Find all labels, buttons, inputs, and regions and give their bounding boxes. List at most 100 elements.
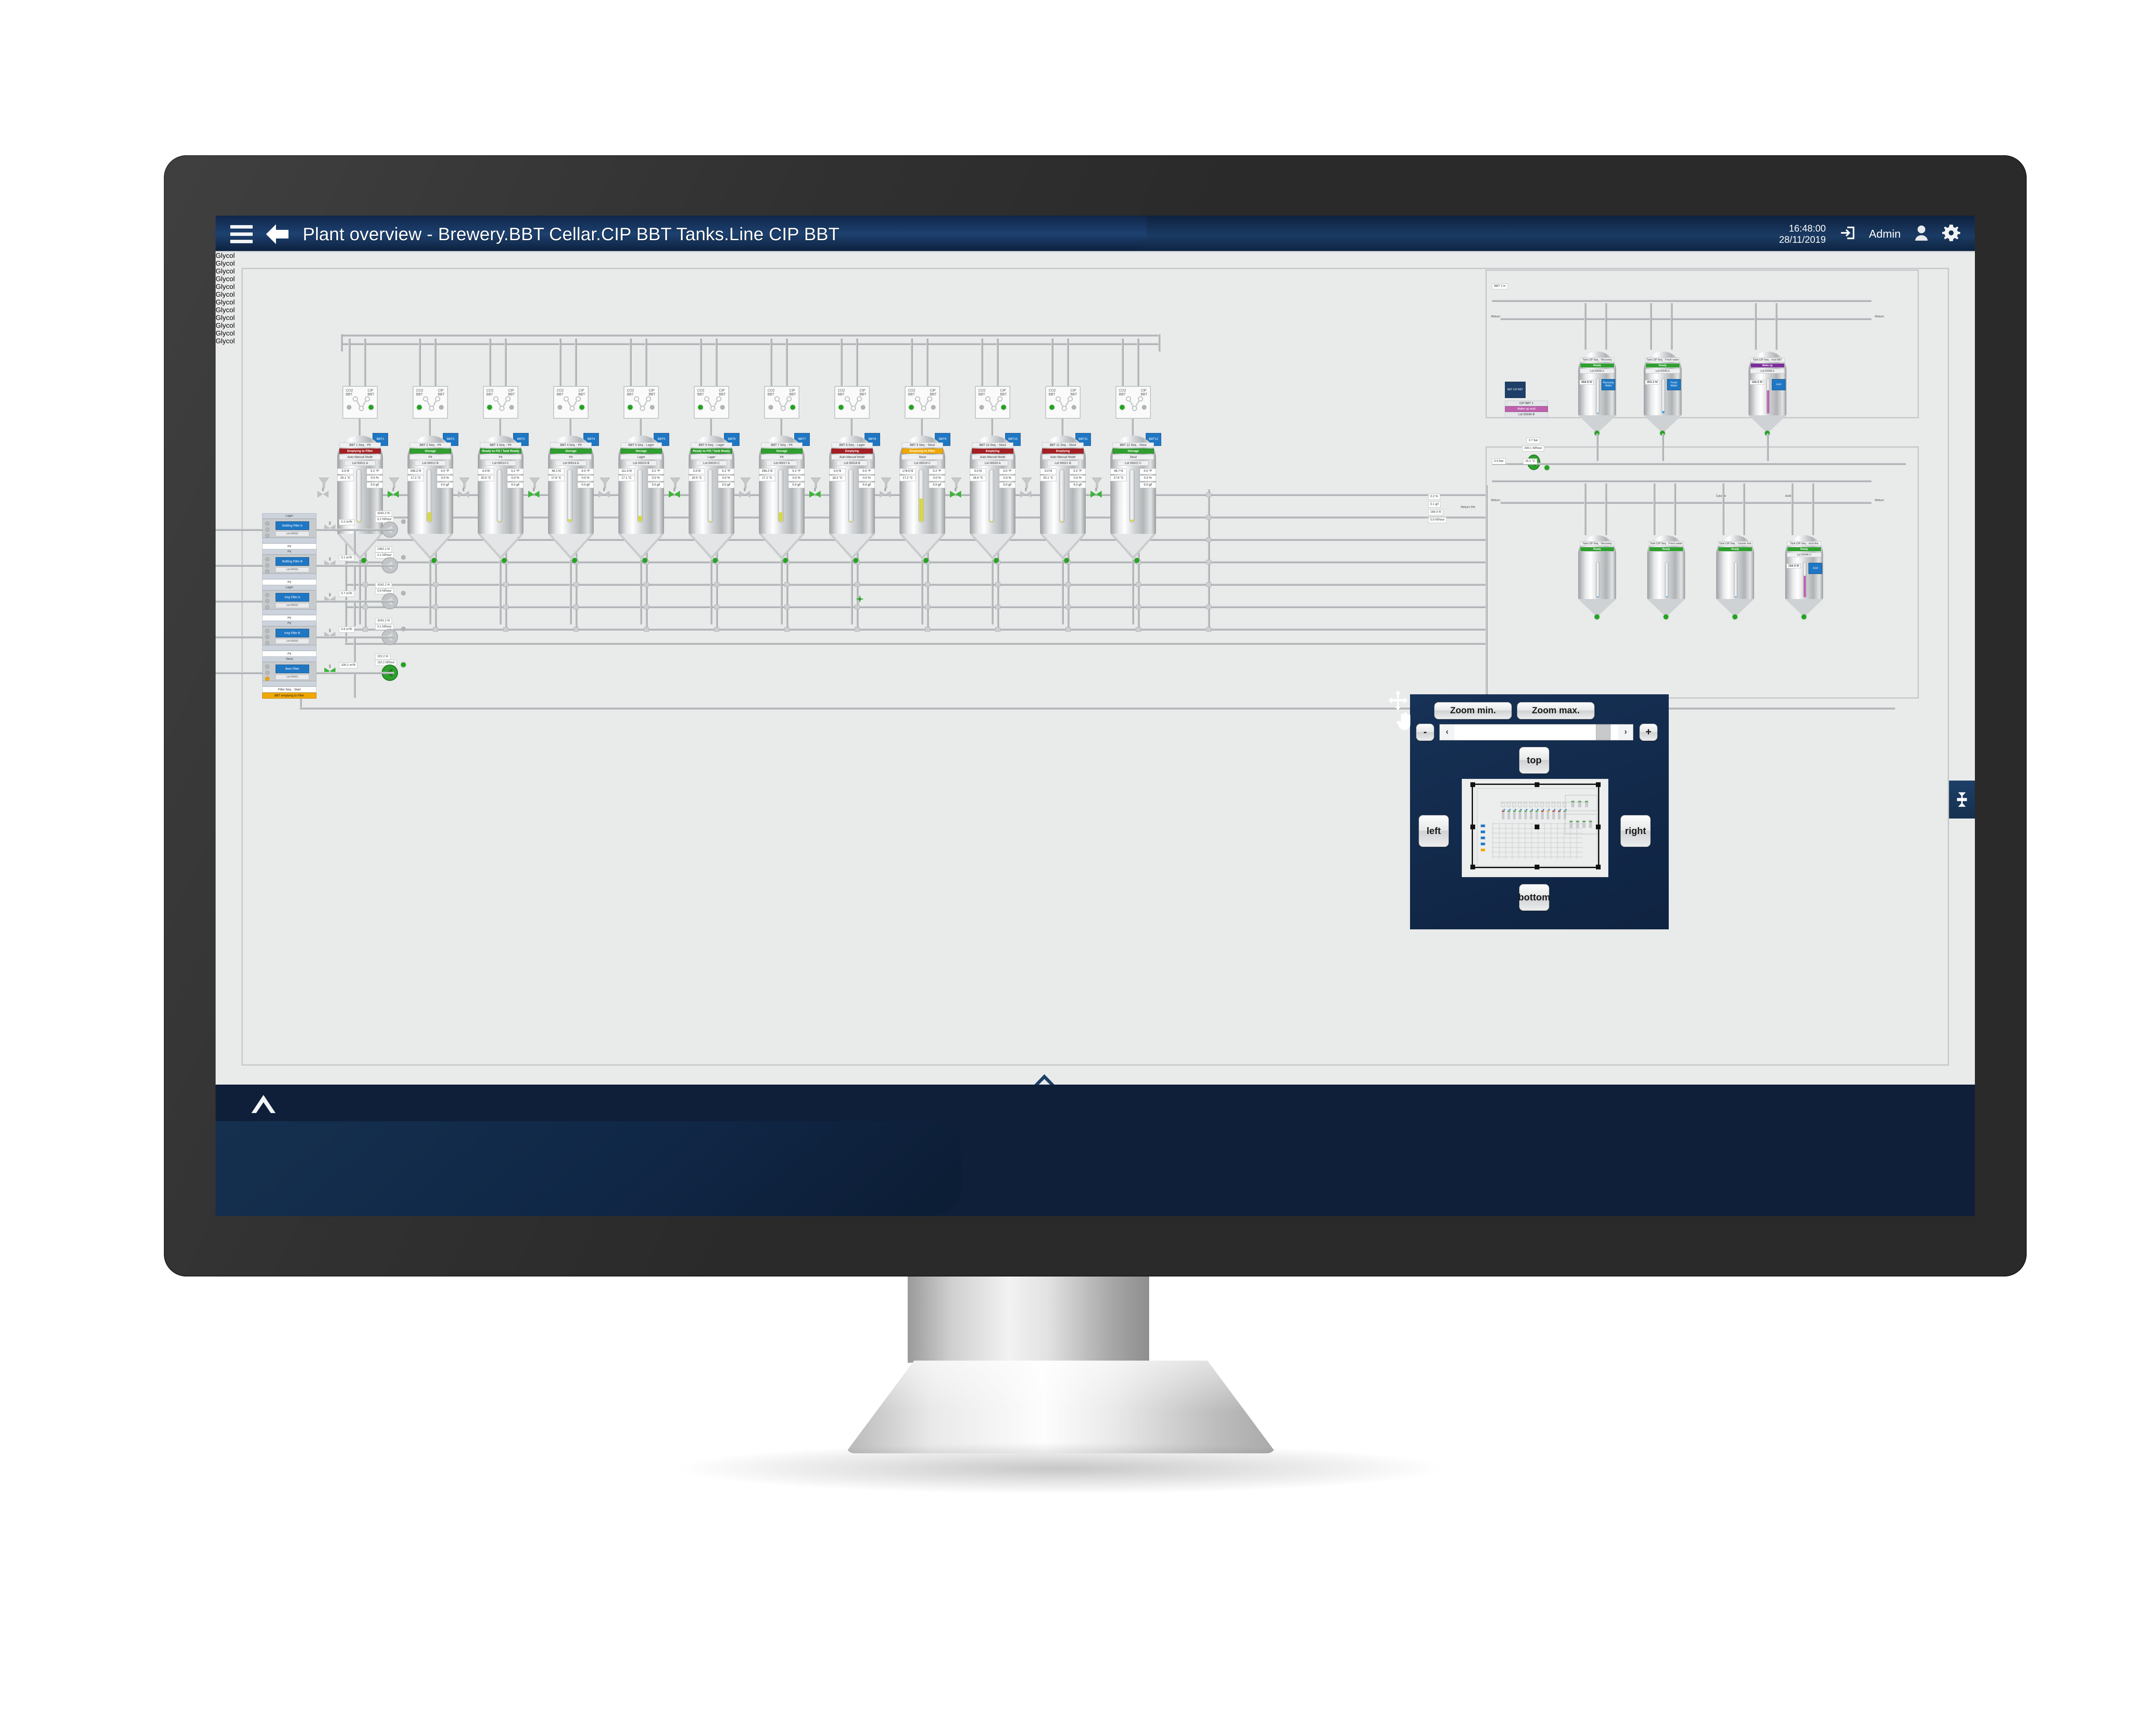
tank-valve-manifold[interactable]: CO2 BBT CIP BBT [624, 386, 659, 419]
cip-tank-tag-button[interactable]: Acid [1772, 379, 1786, 390]
scroll-right-arrow[interactable]: › [1618, 724, 1633, 740]
hand-drag-icon[interactable] [1395, 711, 1413, 733]
tank-valve-manifold[interactable]: CO2 BBT CIP BBT [413, 386, 448, 419]
filler-feed-block[interactable]: Lager Keg Filler A Lot 00010 Pit [262, 585, 317, 621]
bbt-tank[interactable]: BBT8 BBT 8 Seq. : Lager Emptying Auto Ma… [829, 433, 880, 560]
minimap-handle[interactable] [1596, 825, 1601, 829]
bbt-tank[interactable]: BBT6 BBT 6 Seq. : Lager Ready to Fill / … [689, 433, 740, 560]
feed-equipment-button[interactable]: Bottling Filler B [276, 557, 309, 566]
minimap-handle[interactable] [1596, 782, 1601, 787]
glycol-butterfly-valve[interactable] [809, 488, 821, 498]
tank-valve-manifold[interactable]: CO2 BBT CIP BBT [1045, 386, 1081, 419]
feed-equipment-button[interactable]: Bottling Filler A [276, 521, 309, 530]
filler-feed-block[interactable]: Pit Bottling Filler B Lot 00010 Pit [262, 549, 317, 585]
tank-mode-label: Pit [410, 455, 451, 460]
glycol-butterfly-valve[interactable] [669, 488, 680, 498]
pan-top-button[interactable]: top [1519, 747, 1549, 774]
glycol-butterfly-valve[interactable] [1091, 488, 1102, 498]
misc-volume-label: 180.0 hl [1428, 509, 1443, 515]
glycol-butterfly-valve[interactable] [880, 488, 891, 498]
bbt-tank[interactable]: BBT7 BBT 7 Seq. : Pit Storage Pit Lot 00… [759, 433, 810, 560]
feed-equipment-button[interactable]: Keg Filler B [276, 629, 309, 637]
scroll-left-arrow[interactable]: ‹ [1440, 724, 1454, 740]
scrollbar-thumb[interactable] [1596, 724, 1611, 740]
manifold-status-led [347, 405, 351, 410]
minimap-handle[interactable] [1470, 825, 1475, 829]
tank-valve-manifold[interactable]: CO2 BBT CIP BBT [483, 386, 518, 419]
minimap-handle[interactable] [1535, 825, 1539, 829]
plant-overview-minimap[interactable] [1462, 779, 1608, 877]
minimap-handle[interactable] [1535, 865, 1539, 869]
tank-valve-manifold[interactable]: CO2 BBT CIP BBT [553, 386, 589, 419]
bbt-tank[interactable]: BBT3 BBT 3 Seq. : Pit Ready to Fill / Ta… [478, 433, 529, 560]
glycol-butterfly-valve[interactable] [739, 488, 750, 498]
bbt-tank[interactable]: BBT5 BBT 5 Seq. : Lager Storage Lager Lo… [618, 433, 669, 560]
tank-lot-label: Lot 00014 A [555, 461, 586, 466]
bbt-tank[interactable]: BBT9 BBT 9 Seq. : Stout Emptying to Filt… [899, 433, 950, 560]
grid-junction [1206, 560, 1211, 565]
logout-icon[interactable] [1839, 224, 1856, 244]
tank-cip-pipe [505, 339, 507, 387]
glycol-butterfly-valve[interactable] [1020, 488, 1031, 498]
pan-bottom-button[interactable]: bottom [1518, 884, 1550, 911]
bbt-tank[interactable]: BBT4 BBT 4 Seq. : Pit Storage Pit Lot 00… [548, 433, 599, 560]
tank-pressure-value: 0.0 °P [859, 468, 875, 474]
cip-tank-tag-button[interactable]: Recovery Water [1601, 379, 1615, 390]
tank-valve-manifold[interactable]: CO2 BBT CIP BBT [342, 386, 378, 419]
glycol-butterfly-valve[interactable] [950, 488, 961, 498]
minimap-handle[interactable] [1470, 782, 1475, 787]
feed-equipment-button[interactable]: Beer Filter [276, 665, 309, 673]
cip-tank[interactable]: Tank CIP Seq. : Acid line Ready Lot 0004… [1785, 535, 1823, 617]
filler-feed-block[interactable]: Stout Beer Filter Lot 00021 Filter Seq. … [262, 656, 317, 699]
glycol-butterfly-valve[interactable] [528, 488, 539, 498]
zoom-min-button[interactable]: Zoom min. [1434, 702, 1512, 719]
mimic-canvas[interactable]: CO2 BBT CIP BBT Glycol BBT1 BBT 1 Seq.:… [216, 252, 1975, 1085]
tank-valve-manifold[interactable]: CO2 BBT CIP BBT [905, 386, 940, 419]
back-arrow-icon[interactable] [265, 223, 290, 245]
user-icon[interactable] [1914, 224, 1929, 244]
hamburger-icon[interactable] [230, 225, 253, 243]
manifold-status-led [768, 405, 773, 410]
bottom-expand-chevron[interactable] [250, 1092, 277, 1113]
cip-tank[interactable]: Tank CIP Seq. : Caustic line Ready [1716, 535, 1754, 617]
glycol-butterfly-valve[interactable] [599, 488, 610, 498]
cip-tank[interactable]: Tank CIP Seq. : Acid BBT Make up Lot 000… [1749, 351, 1786, 433]
horizontal-scrollbar[interactable]: ‹ › [1439, 724, 1633, 740]
filler-feed-block[interactable]: Pit Keg Filler B Lot 00010 Pit [262, 621, 317, 657]
glycol-butterfly-valve[interactable] [458, 488, 469, 498]
bbt-tank[interactable]: BBT2 BBT 2 Seq. : Pit Storage Pit Lot 00… [407, 433, 458, 560]
tank-valve-manifold[interactable]: CO2 BBT CIP BBT [764, 386, 799, 419]
zoom-in-button[interactable]: + [1639, 724, 1658, 741]
tank-valve-manifold[interactable]: CO2 BBT CIP BBT [975, 386, 1010, 419]
bbt-tank[interactable]: BBT10 BBT 10 Seq. : Stout Emptying Auto … [970, 433, 1021, 560]
cip-tank[interactable]: Tank CIP Seq. : Recovery water Ready [1578, 535, 1616, 617]
filler-feed-block[interactable]: Lager Bottling Filler A Lot 00010 Pit [262, 513, 317, 549]
tank-valve-manifold[interactable]: CO2 BBT CIP BBT [1116, 386, 1151, 419]
move-cursor-icon[interactable] [1388, 690, 1413, 713]
minimap-viewport-selection[interactable] [1470, 782, 1601, 869]
pan-left-button[interactable]: left [1419, 815, 1449, 847]
bbt-tank[interactable]: BBT12 BBT 12 Seq. : Stout Storage Stout … [1110, 433, 1161, 560]
tank-percent-value: 0.0 % [437, 475, 453, 481]
cip-tank[interactable]: Tank CIP Seq. : Recovery water BBT Ready… [1578, 351, 1616, 433]
glycol-butterfly-valve[interactable] [388, 488, 399, 498]
equipment-panel-tab[interactable] [1949, 781, 1975, 819]
cip-tank-tag-button[interactable]: Acid [1808, 563, 1822, 574]
cip-tank[interactable]: Tank CIP Seq. : Fresh water BBT Ready Lo… [1644, 351, 1682, 433]
minimap-handle[interactable] [1596, 865, 1601, 869]
tank-valve-manifold[interactable]: CO2 BBT CIP BBT [834, 386, 870, 419]
zoom-out-button[interactable]: - [1416, 724, 1434, 741]
bbt-tank[interactable]: BBT11 BBT 11 Seq. : Stout Emptying Auto … [1040, 433, 1091, 560]
zoom-max-button[interactable]: Zoom max. [1517, 702, 1595, 719]
pan-right-button[interactable]: right [1620, 815, 1651, 847]
gear-icon[interactable] [1942, 224, 1961, 244]
feed-pump-led [401, 662, 406, 667]
glycol-butterfly-valve[interactable] [317, 488, 329, 498]
cip-tank-tag-button[interactable]: Fresh Water [1667, 379, 1681, 390]
scrollbar-track[interactable] [1454, 724, 1618, 740]
tank-valve-manifold[interactable]: CO2 BBT CIP BBT [694, 386, 729, 419]
feed-equipment-button[interactable]: Keg Filler A [276, 593, 309, 602]
minimap-handle[interactable] [1470, 865, 1475, 869]
cip-tank[interactable]: Tank CIP Seq. : Fresh water line Ready [1647, 535, 1685, 617]
minimap-handle[interactable] [1535, 782, 1539, 787]
